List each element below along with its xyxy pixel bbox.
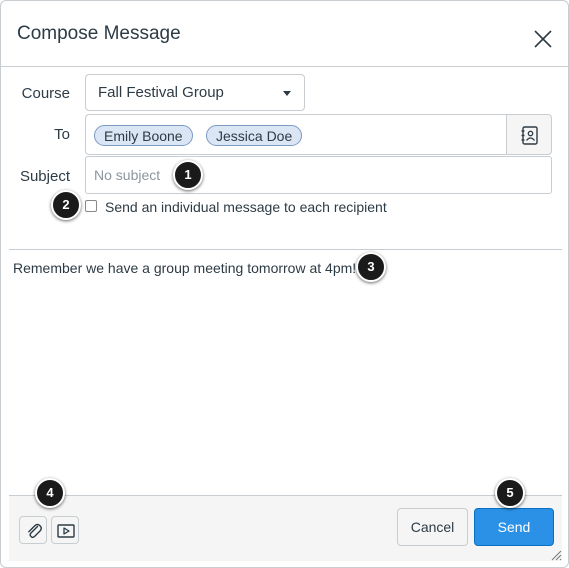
address-book-button[interactable] <box>506 114 552 155</box>
dialog-titlebar: Compose Message <box>1 1 568 67</box>
divider <box>9 249 562 250</box>
recipients-field[interactable]: Emily Boone Jessica Doe <box>85 114 508 155</box>
dialog-title: Compose Message <box>17 23 181 44</box>
course-select-value: Fall Festival Group <box>98 84 224 101</box>
recipient-token[interactable]: Emily Boone <box>94 125 193 146</box>
callout-2: 2 <box>51 190 81 220</box>
subject-input[interactable] <box>85 156 552 194</box>
media-icon <box>57 524 75 538</box>
callout-5: 5 <box>495 478 525 508</box>
record-media-button[interactable] <box>51 516 79 544</box>
address-book-icon <box>521 126 538 145</box>
callout-1: 1 <box>173 160 203 190</box>
course-label: Course <box>21 85 70 102</box>
callout-4: 4 <box>35 478 65 508</box>
send-button[interactable]: Send <box>474 508 554 546</box>
close-button[interactable] <box>531 27 555 51</box>
to-label: To <box>54 126 70 143</box>
compose-message-dialog: Compose Message Course Fall Festival Gro… <box>0 0 569 568</box>
individual-message-checkbox[interactable] <box>85 200 97 212</box>
callout-3: 3 <box>356 252 386 282</box>
cancel-button[interactable]: Cancel <box>397 508 468 546</box>
message-body[interactable]: Remember we have a group meeting tomorro… <box>13 260 356 276</box>
resize-grip-icon[interactable] <box>550 549 562 561</box>
individual-message-label[interactable]: Send an individual message to each recip… <box>105 199 387 215</box>
recipient-token[interactable]: Jessica Doe <box>206 125 303 146</box>
subject-label: Subject <box>19 168 70 185</box>
attach-file-button[interactable] <box>19 516 47 544</box>
course-select[interactable]: Fall Festival Group <box>85 74 305 111</box>
paperclip-icon <box>28 523 42 539</box>
close-icon <box>534 30 552 48</box>
caret-down-icon <box>283 91 291 96</box>
